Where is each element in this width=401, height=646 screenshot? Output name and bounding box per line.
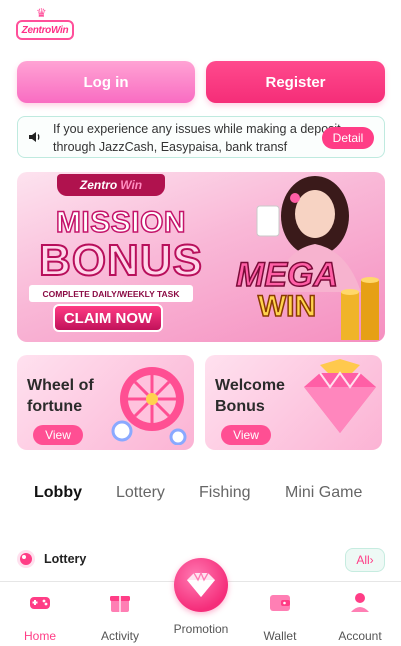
logo-wordmark: ZentroWin bbox=[16, 20, 74, 40]
register-button[interactable]: Register bbox=[206, 61, 385, 103]
nav-promotion[interactable]: Promotion bbox=[165, 558, 237, 636]
notice-detail-button[interactable]: Detail bbox=[322, 127, 374, 149]
banner-brand: Zentro Win bbox=[57, 174, 165, 196]
fortune-wheel-icon bbox=[111, 367, 187, 445]
tab-mini-game[interactable]: Mini Game bbox=[285, 484, 362, 502]
banner-subline: COMPLETE DAILY/WEEKLY TASK bbox=[29, 285, 193, 302]
crown-icon: ♛ bbox=[36, 6, 47, 20]
diamond-icon bbox=[187, 571, 215, 597]
welcome-view-button[interactable]: View bbox=[221, 425, 271, 445]
tab-lottery[interactable]: Lottery bbox=[116, 484, 165, 502]
nav-label: Activity bbox=[100, 629, 139, 643]
promo-banner[interactable]: Zentro Win MISSION BONUS COMPLETE DAILY/W… bbox=[17, 172, 385, 342]
brand-logo[interactable]: ♛ ZentroWin bbox=[16, 6, 74, 40]
nav-label: Account bbox=[338, 629, 382, 643]
speaker-icon bbox=[29, 132, 40, 142]
user-icon bbox=[351, 593, 369, 612]
gift-icon bbox=[110, 596, 130, 612]
notice-bar: If you experience any issues while makin… bbox=[17, 116, 385, 158]
notice-message: If you experience any issues while makin… bbox=[53, 122, 341, 154]
wheel-view-button[interactable]: View bbox=[33, 425, 83, 445]
nav-account[interactable]: Account bbox=[325, 590, 395, 643]
game-category-tabs: Lobby Lottery Fishing Mini Game bbox=[0, 478, 401, 510]
nav-label: Home bbox=[23, 629, 56, 643]
banner-headline-1: MISSION bbox=[55, 205, 187, 240]
nav-home[interactable]: Home bbox=[5, 590, 75, 643]
login-button[interactable]: Log in bbox=[17, 61, 195, 103]
banner-promo-2: WIN bbox=[257, 289, 317, 324]
wallet-icon bbox=[270, 595, 290, 611]
section-title: Lottery bbox=[44, 552, 87, 566]
promotion-button[interactable] bbox=[174, 558, 228, 612]
bottom-navigation: Home Activity Promotion Wallet Account bbox=[0, 558, 401, 646]
coin-stack-icon bbox=[341, 277, 379, 340]
tab-lobby[interactable]: Lobby bbox=[34, 484, 82, 508]
welcome-bonus-card[interactable]: Welcome Bonus View bbox=[205, 355, 382, 450]
banner-headline-2: BONUS bbox=[38, 235, 203, 286]
nav-label: Promotion bbox=[173, 622, 229, 636]
lottery-ball-icon bbox=[17, 550, 35, 568]
nav-activity[interactable]: Activity bbox=[85, 590, 155, 643]
tab-fishing[interactable]: Fishing bbox=[199, 484, 251, 502]
view-all-button[interactable]: All› bbox=[345, 548, 385, 572]
claim-now-button[interactable]: CLAIM NOW bbox=[53, 304, 163, 332]
gamepad-icon bbox=[30, 597, 50, 609]
nav-label: Wallet bbox=[263, 629, 297, 643]
wheel-of-fortune-card[interactable]: Wheel of fortune View bbox=[17, 355, 194, 450]
banner-brand-text: Zentro bbox=[79, 178, 118, 192]
diamond-icon bbox=[304, 359, 376, 433]
banner-brand-highlight: Win bbox=[120, 178, 143, 192]
nav-wallet[interactable]: Wallet bbox=[245, 590, 315, 643]
